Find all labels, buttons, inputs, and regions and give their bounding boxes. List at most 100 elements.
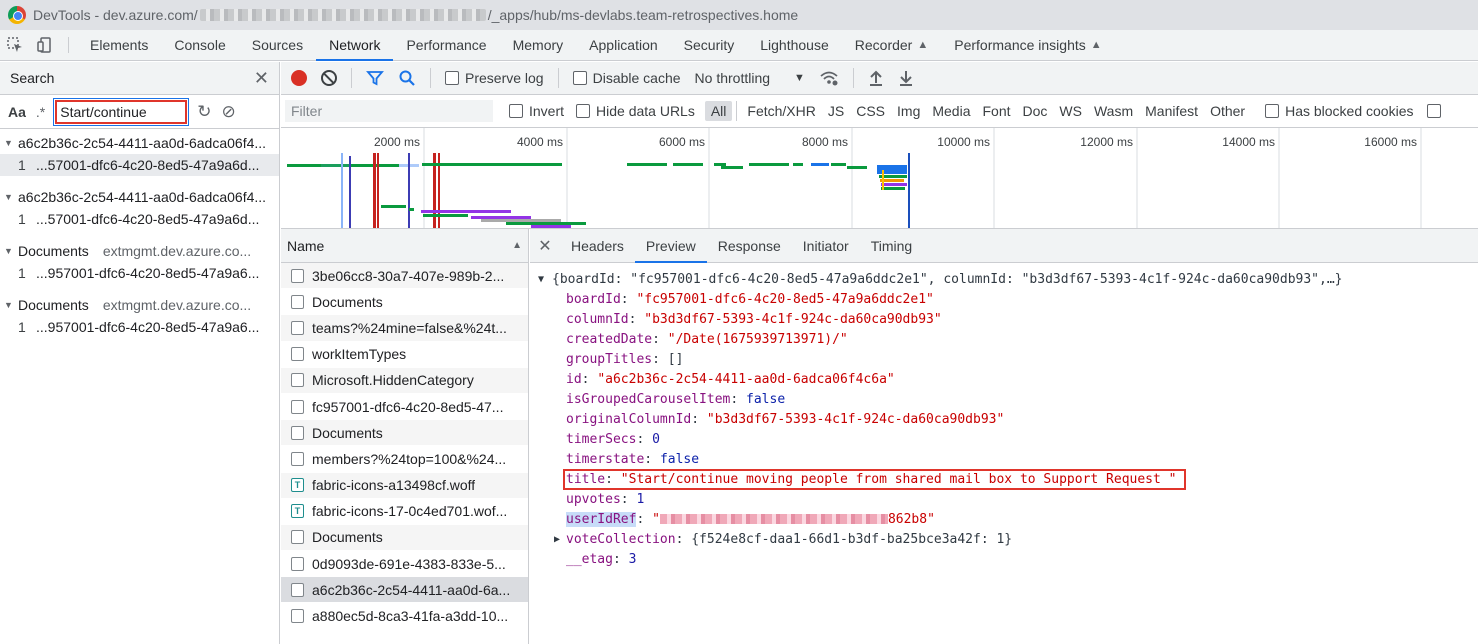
resource-type-filters: All Fetch/XHR JS CSS Img Media Font Doc …: [704, 101, 1251, 121]
result-file[interactable]: ▼ a6c2b36c-2c54-4411-aa0d-6adca06f4...: [0, 186, 279, 208]
tab-security[interactable]: Security: [671, 30, 748, 60]
result-group: ▼ Documents extmgmt.dev.azure.co... 1 ...95…: [0, 294, 279, 338]
filter-type-other[interactable]: Other: [1204, 101, 1251, 121]
request-row[interactable]: a880ec5d-8ca3-41fa-a3dd-10...: [281, 603, 528, 630]
filter-type-wasm[interactable]: Wasm: [1088, 101, 1139, 121]
font-file-icon: T: [291, 504, 304, 519]
result-line[interactable]: 1 ...957001-dfc6-4c20-8ed5-47a9a6...: [0, 316, 279, 338]
filter-type-js[interactable]: JS: [822, 101, 850, 121]
filter-type-fetch-xhr[interactable]: Fetch/XHR: [741, 101, 821, 121]
network-overview-timeline[interactable]: 2000 ms 4000 ms 6000 ms 8000 ms 10000 ms…: [281, 128, 1478, 229]
name-column-header[interactable]: Name ▲: [281, 229, 528, 263]
font-file-icon: T: [291, 478, 304, 493]
close-icon[interactable]: ✕: [254, 68, 269, 89]
json-field: groupTitles: []: [566, 351, 684, 367]
filter-type-font[interactable]: Font: [977, 101, 1017, 121]
close-icon[interactable]: ✕: [530, 229, 560, 262]
match-case-button[interactable]: Aa: [8, 104, 26, 120]
request-row[interactable]: Documents: [281, 524, 528, 552]
blocked-requests-checkbox[interactable]: [1427, 104, 1442, 118]
json-root-summary[interactable]: ▼ {boardId: "fc957001-dfc6-4c20-8ed5-47a9…: [530, 269, 1478, 289]
tab-timing[interactable]: Timing: [860, 229, 924, 262]
tab-console[interactable]: Console: [161, 30, 238, 60]
search-icon[interactable]: [398, 69, 416, 87]
throttling-select[interactable]: No throttling ▼: [695, 70, 805, 86]
result-line[interactable]: 1 ...57001-dfc6-4c20-8ed5-47a9a6d...: [0, 208, 279, 230]
invert-checkbox[interactable]: Invert: [509, 103, 564, 119]
json-field: timerSecs: 0: [566, 431, 660, 447]
request-row[interactable]: Documents: [281, 289, 528, 316]
device-toolbar-icon[interactable]: [30, 30, 60, 60]
inspect-element-icon[interactable]: [0, 30, 30, 60]
highlight-box: title: "Start/continue moving people fro…: [563, 468, 1186, 490]
clear-search-icon[interactable]: ⊘: [222, 102, 236, 122]
record-button[interactable]: [291, 70, 307, 86]
hide-data-urls-checkbox[interactable]: Hide data URLs: [576, 103, 695, 119]
filter-icon[interactable]: [366, 69, 384, 87]
json-preview: ▼ {boardId: "fc957001-dfc6-4c20-8ed5-47a9…: [530, 263, 1478, 569]
request-row[interactable]: Microsoft.HiddenCategory: [281, 367, 528, 394]
timeline-tick-label: 6000 ms: [659, 135, 705, 149]
network-conditions-icon[interactable]: [819, 69, 839, 87]
refresh-icon[interactable]: ↻: [197, 102, 211, 122]
json-field: userIdRef: " 862b8": [566, 511, 935, 527]
request-row[interactable]: Tfabric-icons-17-0c4ed701.wof...: [281, 499, 528, 525]
result-file[interactable]: ▼ Documents extmgmt.dev.azure.co...: [0, 240, 279, 262]
document-icon: [291, 373, 304, 388]
tab-response[interactable]: Response: [707, 229, 792, 262]
request-row[interactable]: Tfabric-icons-a13498cf.woff: [281, 472, 528, 499]
disable-cache-checkbox[interactable]: Disable cache: [572, 70, 681, 86]
tab-lighthouse[interactable]: Lighthouse: [747, 30, 842, 60]
tab-preview[interactable]: Preview: [634, 229, 707, 263]
request-row[interactable]: teams?%24mine=false&%24t...: [281, 315, 528, 342]
request-row-selected[interactable]: a6c2b36c-2c54-4411-aa0d-6a...: [281, 577, 528, 604]
tab-headers[interactable]: Headers: [560, 229, 635, 262]
request-row[interactable]: workItemTypes: [281, 342, 528, 368]
detail-tabs: ✕ Headers Preview Response Initiator Tim…: [530, 229, 1478, 263]
tab-application[interactable]: Application: [576, 30, 671, 60]
request-row[interactable]: members?%24top=100&%24...: [281, 446, 528, 473]
tab-performance[interactable]: Performance: [393, 30, 499, 60]
document-icon: [291, 582, 304, 597]
filter-type-media[interactable]: Media: [926, 101, 976, 121]
result-line[interactable]: 1 ...957001-dfc6-4c20-8ed5-47a9a6...: [0, 262, 279, 284]
filter-input[interactable]: Filter: [285, 100, 493, 122]
request-row[interactable]: 3be06cc8-30a7-407e-989b-2...: [281, 263, 528, 290]
has-blocked-cookies-checkbox[interactable]: Has blocked cookies: [1265, 103, 1413, 119]
request-row[interactable]: 0d9093de-691e-4383-833e-5...: [281, 551, 528, 578]
document-icon: [291, 268, 304, 283]
tab-recorder[interactable]: Recorder ▲: [842, 30, 941, 60]
filter-type-img[interactable]: Img: [891, 101, 926, 121]
json-field-title-highlighted: title: "Start/continue moving people fro…: [530, 468, 1478, 490]
expand-triangle-icon: ▼: [4, 192, 13, 202]
clear-network-log-icon[interactable]: [321, 70, 337, 86]
tab-initiator[interactable]: Initiator: [792, 229, 860, 262]
tab-network[interactable]: Network: [316, 30, 394, 61]
regex-button[interactable]: .*: [36, 104, 45, 120]
filter-type-all[interactable]: All: [704, 101, 733, 121]
tab-performance-insights[interactable]: Performance insights ▲: [941, 30, 1114, 60]
result-file[interactable]: ▼ a6c2b36c-2c54-4411-aa0d-6adca06f4...: [0, 132, 279, 154]
tab-sources[interactable]: Sources: [239, 30, 316, 60]
timeline-tick-label: 14000 ms: [1222, 135, 1275, 149]
request-row[interactable]: Documents: [281, 420, 528, 447]
filter-type-css[interactable]: CSS: [850, 101, 891, 121]
network-toolbar: Preserve log Disable cache No throttling…: [281, 62, 1478, 95]
request-row[interactable]: fc957001-dfc6-4c20-8ed5-47...: [281, 394, 528, 421]
tab-elements[interactable]: Elements: [77, 30, 161, 60]
filter-type-doc[interactable]: Doc: [1017, 101, 1054, 121]
preserve-log-checkbox[interactable]: Preserve log: [445, 70, 544, 86]
tab-memory[interactable]: Memory: [500, 30, 577, 60]
json-field-collapsed[interactable]: ▶ voteCollection: {f524e8cf-daa1-66d1-b3d…: [530, 529, 1478, 549]
search-input[interactable]: Start/continue: [53, 97, 190, 126]
import-har-icon[interactable]: [868, 69, 884, 87]
result-group: ▼ a6c2b36c-2c54-4411-aa0d-6adca06f4... 1.…: [0, 186, 279, 230]
filter-type-ws[interactable]: WS: [1053, 101, 1088, 121]
result-line[interactable]: 1 ...57001-dfc6-4c20-8ed5-47a9a6d...: [0, 154, 279, 176]
result-group: ▼ Documents extmgmt.dev.azure.co... 1 ...95…: [0, 240, 279, 284]
filter-type-manifest[interactable]: Manifest: [1139, 101, 1204, 121]
dropdown-arrow-icon: ▼: [794, 72, 805, 84]
timeline-tick-label: 8000 ms: [802, 135, 848, 149]
result-file[interactable]: ▼ Documents extmgmt.dev.azure.co...: [0, 294, 279, 316]
export-har-icon[interactable]: [898, 69, 914, 87]
